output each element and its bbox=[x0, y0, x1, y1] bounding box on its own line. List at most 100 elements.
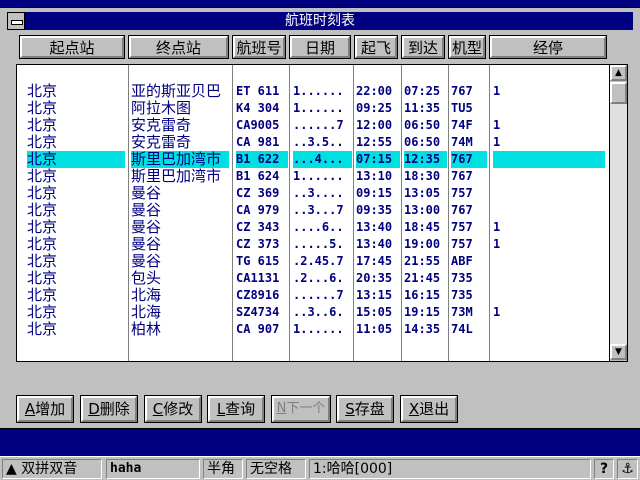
modify-button-label: 修改 bbox=[163, 400, 194, 418]
modify-button[interactable]: C修改 bbox=[144, 395, 202, 423]
cell-flight: SZ4734 bbox=[236, 305, 280, 319]
column-header-date[interactable]: 日期 bbox=[289, 35, 351, 59]
cell-type: 757 bbox=[451, 186, 473, 200]
table-row[interactable]: 北京 安克雷奇 CA9005 ......7 12:00 06:50 74F 1 bbox=[17, 117, 607, 134]
cell-date: ....6.. bbox=[293, 220, 344, 234]
exit-button[interactable]: X退出 bbox=[400, 395, 458, 423]
cell-to: 包头 bbox=[131, 270, 162, 287]
cell-date: 1...... bbox=[293, 322, 344, 336]
cell-arr: 14:35 bbox=[404, 322, 441, 336]
candidate-box[interactable]: 1:哈哈[000] bbox=[309, 459, 591, 479]
table-row[interactable]: 北京 阿拉木图 K4 304 1...... 09:25 11:35 TU5 bbox=[17, 100, 607, 117]
delete-button[interactable]: D删除 bbox=[80, 395, 138, 423]
cell-to: 斯里巴加湾市 bbox=[131, 168, 222, 185]
up-arrow-icon[interactable]: ▲ bbox=[6, 461, 17, 477]
cell-from: 北京 bbox=[27, 151, 58, 168]
table-row[interactable]: 北京 曼谷 TG 615 .2.45.7 17:45 21:55 ABF bbox=[17, 253, 607, 270]
ime-mode-box[interactable]: ▲ 双拼双音 bbox=[2, 459, 102, 479]
vertical-scrollbar[interactable]: ▲ ▼ bbox=[609, 65, 627, 361]
column-header-arrive[interactable]: 到达 bbox=[401, 35, 445, 59]
cell-type: 767 bbox=[451, 203, 473, 217]
cell-to: 曼谷 bbox=[131, 253, 162, 270]
cell-stop: 1 bbox=[493, 84, 501, 98]
table-row[interactable]: 北京 亚的斯亚贝巴 ET 611 1...... 22:00 07:25 767 1 bbox=[17, 83, 607, 100]
delete-button-label: 删除 bbox=[99, 400, 130, 418]
column-header-flight[interactable]: 航班号 bbox=[232, 35, 286, 59]
cell-stop bbox=[493, 151, 603, 168]
cell-stop: 1 bbox=[493, 135, 501, 149]
save-button-hotkey: S bbox=[345, 400, 355, 418]
table-row[interactable]: 北京 曼谷 CA 979 ..3...7 09:35 13:00 767 bbox=[17, 202, 607, 219]
column-header-from[interactable]: 起点站 bbox=[19, 35, 125, 59]
system-menu-button[interactable] bbox=[7, 12, 25, 30]
cell-from: 北京 bbox=[27, 168, 58, 185]
cell-to: 曼谷 bbox=[131, 202, 162, 219]
cell-arr: 13:05 bbox=[404, 186, 441, 200]
add-button[interactable]: A增加 bbox=[16, 395, 74, 423]
system-menu-icon bbox=[11, 20, 23, 25]
table-row[interactable]: 北京 斯里巴加湾市 B1 624 1...... 13:10 18:30 767 bbox=[17, 168, 607, 185]
user-box: haha bbox=[106, 459, 200, 479]
cell-dep: 22:00 bbox=[356, 84, 393, 98]
cell-to: 亚的斯亚贝巴 bbox=[131, 83, 222, 100]
save-button[interactable]: S存盘 bbox=[336, 395, 394, 423]
scroll-up-button[interactable]: ▲ bbox=[610, 65, 627, 81]
table-row[interactable]: 北京 曼谷 CZ 343 ....6.. 13:40 18:45 757 1 bbox=[17, 219, 607, 236]
scroll-thumb[interactable] bbox=[610, 82, 627, 104]
cell-dep: 12:00 bbox=[356, 118, 393, 132]
cell-date: .....5. bbox=[293, 237, 344, 251]
cell-to: 斯里巴加湾市 bbox=[131, 151, 222, 168]
query-button[interactable]: L查询 bbox=[207, 395, 265, 423]
cell-from: 北京 bbox=[27, 253, 58, 270]
table-row[interactable]: 北京 北海 CZ8916 ......7 13:15 16:15 735 bbox=[17, 287, 607, 304]
cell-type: 74F bbox=[451, 118, 473, 132]
width-mode-box[interactable]: 半角 bbox=[203, 459, 243, 479]
cell-arr: 06:50 bbox=[404, 118, 441, 132]
table-row[interactable]: 北京 包头 CA1131 .2...6. 20:35 21:45 735 bbox=[17, 270, 607, 287]
cell-arr: 06:50 bbox=[404, 135, 441, 149]
cell-type: 73M bbox=[451, 305, 473, 319]
cell-to: 安克雷奇 bbox=[131, 117, 192, 134]
column-header-to[interactable]: 终点站 bbox=[128, 35, 229, 59]
table-row[interactable]: 北京 北海 SZ4734 ..3..6. 15:05 19:15 73M 1 bbox=[17, 304, 607, 321]
table-row[interactable]: 北京 斯里巴加湾市 B1 622 ...4... 07:15 12:35 767 bbox=[17, 151, 607, 168]
cell-arr: 18:30 bbox=[404, 169, 441, 183]
query-button-label: 查询 bbox=[225, 400, 256, 418]
cell-type: 735 bbox=[451, 271, 473, 285]
space-mode-box[interactable]: 无空格 bbox=[246, 459, 306, 479]
ime-status-bar: ▲ 双拼双音 haha 半角 无空格 1:哈哈[000] ? ⚓ bbox=[0, 456, 640, 480]
cell-dep: 13:40 bbox=[356, 220, 393, 234]
column-header-aircraft[interactable]: 机型 bbox=[448, 35, 486, 59]
cell-date: ..3...7 bbox=[293, 203, 344, 217]
modify-button-hotkey: C bbox=[152, 400, 164, 418]
flight-table[interactable]: 北京 亚的斯亚贝巴 ET 611 1...... 22:00 07:25 767 1 北京 阿拉木… bbox=[16, 64, 628, 362]
cell-dep: 13:15 bbox=[356, 288, 393, 302]
cell-flight: CA9005 bbox=[236, 118, 280, 132]
cell-flight: B1 624 bbox=[236, 169, 280, 183]
cell-type: 757 bbox=[451, 237, 473, 251]
column-header-depart[interactable]: 起飞 bbox=[354, 35, 398, 59]
scroll-track[interactable] bbox=[610, 82, 627, 344]
table-row[interactable]: 北京 柏林 CA 907 1...... 11:05 14:35 74L bbox=[17, 321, 607, 338]
table-row[interactable]: 北京 曼谷 CZ 373 .....5. 13:40 19:00 757 1 bbox=[17, 236, 607, 253]
add-button-label: 增加 bbox=[35, 400, 66, 418]
cell-from: 北京 bbox=[27, 134, 58, 151]
cell-stop bbox=[493, 100, 603, 117]
cell-arr: 21:55 bbox=[404, 254, 441, 268]
next-button: N下一个 bbox=[271, 395, 331, 423]
table-row[interactable]: 北京 曼谷 CZ 369 ..3.... 09:15 13:05 757 bbox=[17, 185, 607, 202]
table-row[interactable]: 北京 安克雷奇 CA 981 ..3.5.. 12:55 06:50 74M 1 bbox=[17, 134, 607, 151]
cell-from: 北京 bbox=[27, 219, 58, 236]
cell-from: 北京 bbox=[27, 185, 58, 202]
cell-flight: CA 981 bbox=[236, 135, 280, 149]
cell-stop: 1 bbox=[493, 118, 501, 132]
anchor-icon[interactable]: ⚓ bbox=[617, 459, 638, 479]
cell-type: ABF bbox=[451, 254, 473, 268]
cell-flight: ET 611 bbox=[236, 84, 280, 98]
title-bar[interactable]: 航班时刻表 bbox=[7, 12, 633, 30]
scroll-down-button[interactable]: ▼ bbox=[610, 344, 627, 360]
cell-arr: 12:35 bbox=[404, 152, 441, 166]
cell-stop: 1 bbox=[493, 237, 501, 251]
column-header-stops[interactable]: 经停 bbox=[489, 35, 607, 59]
help-icon[interactable]: ? bbox=[594, 459, 614, 479]
